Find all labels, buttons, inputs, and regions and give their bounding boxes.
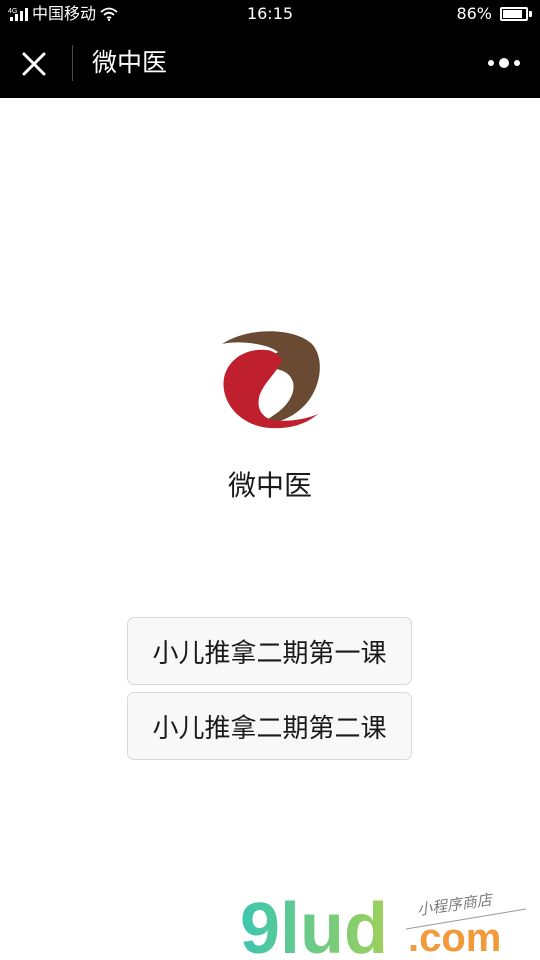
status-right: 86% <box>456 4 532 24</box>
app-logo <box>222 331 320 429</box>
nav-divider <box>72 45 73 81</box>
watermark-brand: 9lud <box>240 889 388 960</box>
battery-cap <box>529 11 532 17</box>
nav-title: 微中医 <box>92 48 168 77</box>
battery-icon <box>500 7 528 21</box>
more-dots-icon[interactable] <box>486 53 522 73</box>
battery-percent: 86% <box>456 4 492 23</box>
close-icon[interactable] <box>20 50 48 78</box>
course-button-lesson-2[interactable]: 小儿推拿二期第二课 <box>127 692 412 760</box>
watermark-domain: .com <box>408 916 501 960</box>
app-name: 微中医 <box>227 469 312 502</box>
nav-bar: 微中医 <box>0 28 540 98</box>
course-button-lesson-1[interactable]: 小儿推拿二期第一课 <box>127 617 412 685</box>
watermark-logo: 9lud .com 小程序商店 <box>240 889 527 960</box>
screen: 4G 中国移动 16:15 86% 微中医 微中医 小儿推拿二期第一课 小儿推拿… <box>0 0 540 960</box>
battery-fill <box>503 10 522 18</box>
status-bar: 4G 中国移动 16:15 86% <box>0 0 540 28</box>
watermark-tagline: 小程序商店 <box>416 890 495 919</box>
